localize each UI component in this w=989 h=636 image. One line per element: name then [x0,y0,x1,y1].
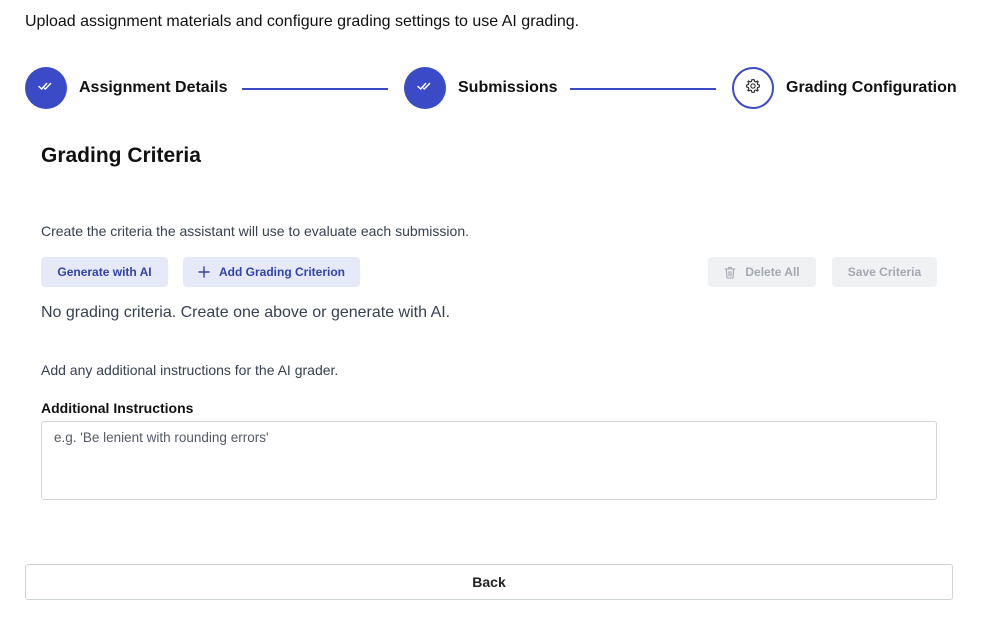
button-label: Generate with AI [57,265,152,279]
double-check-icon [38,79,54,97]
criteria-description: Create the criteria the assistant will u… [41,223,469,239]
grading-setup-page: Upload assignment materials and configur… [0,0,989,636]
section-title: Grading Criteria [41,144,201,167]
step-grading-configuration[interactable]: Grading Configuration [732,67,957,109]
plus-icon [198,266,210,278]
step-label: Grading Configuration [786,79,957,96]
step-complete-indicator [404,67,446,109]
double-check-icon [417,79,433,97]
step-assignment-details[interactable]: Assignment Details [25,67,227,109]
add-grading-criterion-button[interactable]: Add Grading Criterion [183,257,360,287]
button-label: Save Criteria [847,265,922,279]
step-label: Submissions [458,79,558,96]
intro-text: Upload assignment materials and configur… [25,13,580,30]
step-complete-indicator [25,67,67,109]
delete-all-button[interactable]: Delete All [708,257,816,287]
button-label: Add Grading Criterion [219,265,345,279]
step-submissions[interactable]: Submissions [404,67,558,109]
step-connector [570,88,716,90]
button-label: Delete All [745,265,800,279]
instructions-description: Add any additional instructions for the … [41,362,339,378]
additional-instructions-input[interactable] [41,421,937,500]
back-button[interactable]: Back [25,564,953,600]
gear-icon [745,78,761,99]
empty-criteria-message: No grading criteria. Create one above or… [41,304,451,321]
trash-icon [724,266,736,279]
step-connector [242,88,388,90]
step-label: Assignment Details [79,79,228,96]
generate-with-ai-button[interactable]: Generate with AI [41,257,168,287]
step-current-indicator [732,67,774,109]
button-label: Back [472,574,506,590]
additional-instructions-label: Additional Instructions [41,400,194,416]
save-criteria-button[interactable]: Save Criteria [832,257,937,287]
